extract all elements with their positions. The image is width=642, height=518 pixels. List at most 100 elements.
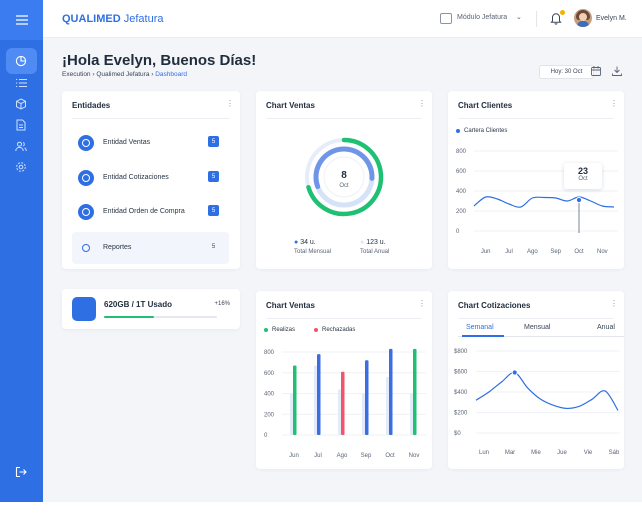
entity-item-ventas[interactable]: Entidad Ventas 5 [72,127,229,159]
x-tick-label: Jun [481,249,491,255]
breadcrumb-item[interactable]: Execution [62,71,91,78]
download-icon[interactable] [611,65,623,77]
storage-change: +16% [214,301,230,307]
x-tick-label: Jul [314,453,322,459]
highlight-point [575,196,583,204]
x-tick-label: Vie [584,450,593,456]
y-tick-label: 600 [456,169,467,175]
entity-count-badge: 5 [208,171,219,182]
y-tick-label: $400 [454,390,468,396]
y-tick-label: 800 [456,149,467,155]
sidebar-item-users[interactable] [12,137,30,155]
x-tick-label: Ago [337,453,348,459]
y-tick-label: 200 [456,209,467,215]
breadcrumb-item[interactable]: Qualimed Jefatura [96,71,149,78]
logout-icon [15,466,27,478]
page-title: ¡Hola Evelyn, Buenos Días! [62,52,257,69]
storage-icon [72,297,96,321]
bar [365,360,369,435]
app-shell: QUALIMED Jefatura Módulo Jefatura ⌄ Evel… [0,0,642,502]
bar-chart: 0 200 400 600 800 Jun Jul Ago Sep Oct Nov [264,348,426,459]
chevron-down-icon[interactable]: ⌄ [516,13,522,21]
entity-item-reportes[interactable]: Reportes 5 [72,232,229,264]
entity-count-badge: 5 [208,205,219,216]
donut-center-label: Oct [339,183,349,189]
top-bar: QUALIMED Jefatura Módulo Jefatura ⌄ Evel… [43,0,642,38]
storage-card: 620GB / 1T Usado +16% [62,289,240,329]
avatar[interactable] [574,9,592,27]
card-title: Entidades [72,101,111,110]
x-tick-label: Mie [531,450,541,456]
divider [72,118,230,119]
hamburger-icon [15,15,28,25]
y-tick-label: 400 [456,189,467,195]
line-chart: $0 $200 $400 $600 $800 Lun Mar Mie Jue Vie Sáb [454,349,620,456]
breadcrumb-current: Dashboard [155,71,188,78]
y-tick-label: 600 [264,371,275,377]
x-tick-label: Jun [289,453,299,459]
x-tick-label: Lun [479,450,489,456]
bar [413,348,417,435]
chart-clientes-card: Chart Clientes ⋮ Cartera Clientes 0 200 40… [448,91,624,269]
sidebar-item-documents[interactable] [12,116,30,134]
y-tick-label: $600 [454,370,468,376]
menu-toggle[interactable] [0,0,43,40]
breadcrumb: Execution › Qualimed Jefatura › Dashboar… [62,71,188,78]
date-button[interactable]: Hoy: 30 Oct [539,65,594,79]
calendar-icon[interactable] [590,65,602,77]
brand-logo[interactable]: QUALIMED Jefatura [62,13,163,25]
x-tick-label: Mar [505,450,515,456]
y-tick-label: $200 [454,411,468,417]
bar [341,371,345,435]
series-line [473,196,615,208]
sidebar [0,0,43,502]
divider [536,11,537,27]
x-tick-label: Oct [574,249,584,255]
donut-center-value: 8 [341,170,347,181]
x-tick-label: Jul [505,249,513,255]
chart-cotizaciones-card: Chart Cotizaciones ⋮ Semanal Mensual Anu… [448,291,624,469]
document-icon [16,119,26,131]
y-tick-label: 0 [264,433,268,439]
pie-chart-icon [15,55,27,67]
more-vertical-icon[interactable]: ⋮ [226,100,234,108]
bar [317,354,321,435]
chart-ventas-bars-card: Chart Ventas ⋮ Realizas Rechazadas 0 200 4… [256,291,432,469]
stat-anual-value: ● 123 u. [360,239,386,246]
entity-count-badge: 5 [211,243,216,250]
users-icon [15,141,27,151]
box-icon [16,98,26,110]
storage-progress-track [104,316,217,318]
x-tick-label: Nov [409,453,420,459]
entity-item-cotizaciones[interactable]: Entidad Cotizaciones 5 [72,162,229,194]
y-tick-label: 400 [264,392,275,398]
user-name[interactable]: Evelyn M. [596,15,627,22]
sidebar-item-settings[interactable] [12,158,30,176]
y-tick-label: $800 [454,349,468,355]
donut-chart: 8 Oct [305,137,384,217]
bar [389,348,393,435]
highlight-point [511,369,518,376]
gear-icon [16,162,26,172]
module-selector[interactable]: Módulo Jefatura [457,14,507,21]
notification-dot [560,10,565,15]
bar-background [338,389,341,435]
x-tick-label: Oct [385,453,395,459]
bar-background [290,393,293,435]
x-tick-label: Sep [550,249,561,255]
entity-icon [78,240,94,256]
stat-mensual-label: Total Mensual [294,249,332,255]
tooltip-label: Oct [578,176,588,182]
entity-count-badge: 5 [208,136,219,147]
bar-background [314,365,317,435]
sidebar-item-products[interactable] [12,95,30,113]
storage-progress-fill [104,316,154,318]
sidebar-item-list[interactable] [12,74,30,92]
entity-label: Entidad Orden de Compra [103,208,185,215]
bar-background [362,393,365,435]
entity-item-orden-compra[interactable]: Entidad Orden de Compra 5 [72,196,229,228]
sidebar-logout[interactable] [12,463,30,481]
sidebar-item-dashboard[interactable] [12,52,30,70]
x-tick-label: Nov [597,249,608,255]
series-line [475,371,619,411]
